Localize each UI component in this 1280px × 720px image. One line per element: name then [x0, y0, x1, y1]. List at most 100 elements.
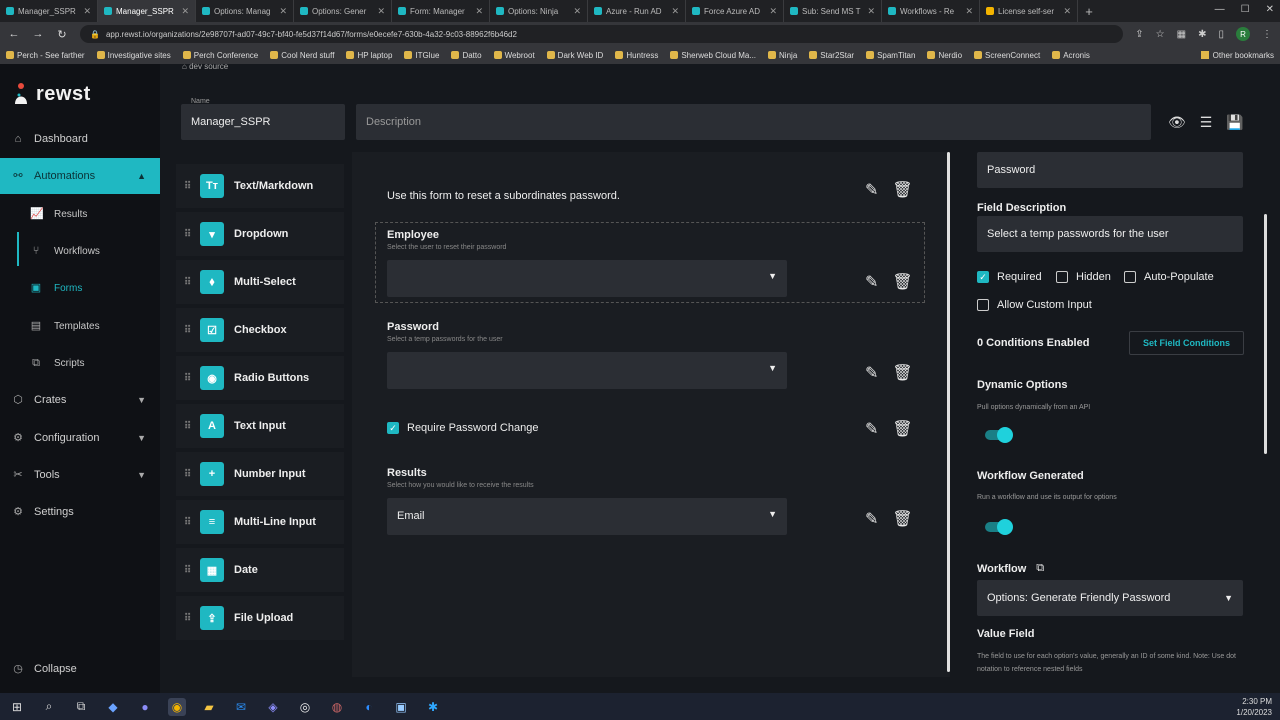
- app-icon[interactable]: ◎: [296, 698, 314, 716]
- bookmark-item[interactable]: ScreenConnect: [974, 51, 1040, 60]
- browser-tab[interactable]: Form: Manager ✕: [392, 0, 490, 22]
- palette-item[interactable]: ⠿ A Text Input: [176, 404, 344, 448]
- trash-icon[interactable]: 🗑: [892, 419, 912, 439]
- bookmark-item[interactable]: Star2Star: [809, 51, 854, 60]
- forward-icon[interactable]: →: [32, 28, 44, 40]
- palette-item[interactable]: ⠿ ≡ Multi-Line Input: [176, 500, 344, 544]
- sidebar-item-forms[interactable]: ▣ Forms: [30, 273, 83, 303]
- sidebar-item-workflows[interactable]: ⑂ Workflows: [30, 236, 100, 266]
- edit-icon[interactable]: ✎: [865, 509, 878, 529]
- required-checkbox[interactable]: ✓ Required: [977, 271, 1042, 283]
- grid-icon[interactable]: ▦: [1177, 29, 1186, 40]
- drag-handle-icon[interactable]: ⠿: [184, 565, 191, 576]
- require-password-change-checkbox[interactable]: ✓ Require Password Change: [387, 422, 538, 434]
- bookmark-item[interactable]: Nerdio: [927, 51, 962, 60]
- windows-start-icon[interactable]: ⊞: [8, 698, 26, 716]
- other-bookmarks[interactable]: Other bookmarks: [1200, 51, 1274, 60]
- browser-tab[interactable]: Options: Manag ✕: [196, 0, 294, 22]
- app-icon[interactable]: ◍: [328, 698, 346, 716]
- name-field[interactable]: Name Manager_SSPR: [181, 98, 345, 140]
- trash-icon[interactable]: 🗑: [892, 272, 912, 292]
- field-description-input[interactable]: Select a temp passwords for the user: [977, 216, 1243, 252]
- workflow-generated-toggle[interactable]: [985, 519, 1013, 535]
- share-icon[interactable]: ⇪: [1135, 29, 1143, 40]
- palette-item[interactable]: ⠿ ◉ Radio Buttons: [176, 356, 344, 400]
- drag-handle-icon[interactable]: ⠿: [184, 613, 191, 624]
- description-field[interactable]: Description: [356, 104, 1151, 140]
- extensions-icon[interactable]: ✱: [1198, 29, 1206, 40]
- bookmark-item[interactable]: Acronis: [1052, 51, 1090, 60]
- bookmark-item[interactable]: Huntress: [615, 51, 658, 60]
- sidebar-item-scripts[interactable]: ⧉ Scripts: [30, 348, 85, 378]
- browser-tab[interactable]: Azure - Run AD ✕: [588, 0, 686, 22]
- drag-handle-icon[interactable]: ⠿: [184, 469, 191, 480]
- close-tab-icon[interactable]: ✕: [1063, 6, 1071, 17]
- canvas-scrollbar[interactable]: [947, 152, 950, 672]
- drag-handle-icon[interactable]: ⠿: [184, 373, 191, 384]
- bookmark-item[interactable]: Sherweb Cloud Ma...: [670, 51, 756, 60]
- task-view-icon[interactable]: ⧉: [72, 698, 90, 716]
- file-explorer-icon[interactable]: ▰: [200, 698, 218, 716]
- new-tab-icon[interactable]: +: [1078, 4, 1100, 19]
- bookmark-item[interactable]: Perch - See farther: [6, 51, 85, 60]
- breadcrumb[interactable]: ⌂ dev source: [182, 62, 228, 71]
- employee-dropdown[interactable]: ▼: [387, 260, 787, 297]
- drag-handle-icon[interactable]: ⠿: [184, 277, 191, 288]
- reload-icon[interactable]: ↻: [56, 28, 68, 41]
- palette-item[interactable]: ⠿ ☑ Checkbox: [176, 308, 344, 352]
- sidebar-item-templates[interactable]: ▤ Templates: [30, 311, 100, 341]
- close-tab-icon[interactable]: ✕: [769, 6, 777, 17]
- sidebar-item-crates[interactable]: ⬡ Crates ▼: [0, 382, 160, 418]
- browser-tab[interactable]: Options: Gener ✕: [294, 0, 392, 22]
- sidebar-item-settings[interactable]: ⚙ Settings: [0, 494, 160, 530]
- sidebar-item-dashboard[interactable]: ⌂ Dashboard: [0, 121, 160, 157]
- drag-handle-icon[interactable]: ⠿: [184, 181, 191, 192]
- trash-icon[interactable]: 🗑: [892, 363, 912, 383]
- drag-handle-icon[interactable]: ⠿: [184, 517, 191, 528]
- hidden-checkbox[interactable]: Hidden: [1056, 271, 1111, 283]
- trash-icon[interactable]: 🗑: [892, 509, 912, 529]
- eye-icon[interactable]: 👁: [1168, 114, 1186, 131]
- teams-alt-icon[interactable]: ◈: [264, 698, 282, 716]
- field-name-input[interactable]: Password: [977, 152, 1243, 188]
- sidebar-item-tools[interactable]: ✂ Tools ▼: [0, 457, 160, 493]
- system-clock[interactable]: 2:30 PM 1/20/2023: [1236, 696, 1272, 718]
- drag-handle-icon[interactable]: ⠿: [184, 421, 191, 432]
- panel-scrollbar[interactable]: [1264, 214, 1267, 454]
- password-dropdown[interactable]: ▼: [387, 352, 787, 389]
- close-tab-icon[interactable]: ✕: [83, 6, 91, 17]
- bookmark-item[interactable]: Investigative sites: [96, 51, 171, 60]
- browser-tab[interactable]: Workflows - Re ✕: [882, 0, 980, 22]
- sidebar-collapse[interactable]: ◷ Collapse: [0, 651, 160, 687]
- close-tab-icon[interactable]: ✕: [671, 6, 679, 17]
- url-field[interactable]: 🔒 app.rewst.io/organizations/2e98707f-ad…: [80, 25, 1124, 43]
- zoom-icon[interactable]: ◐: [360, 698, 378, 716]
- allow-custom-input-checkbox[interactable]: Allow Custom Input: [977, 299, 1092, 311]
- close-tab-icon[interactable]: ✕: [573, 6, 581, 17]
- chrome-icon[interactable]: ◉: [168, 697, 186, 716]
- list-icon[interactable]: ☰: [1200, 114, 1213, 131]
- edit-icon[interactable]: ✎: [865, 419, 878, 439]
- teams-icon[interactable]: ●: [136, 698, 154, 716]
- results-dropdown[interactable]: Email ▼: [387, 498, 787, 535]
- profile-avatar[interactable]: R: [1236, 27, 1250, 41]
- sidebar-item-automations[interactable]: ⚯ Automations ▲: [0, 158, 160, 194]
- close-tab-icon[interactable]: ✕: [377, 6, 385, 17]
- browser-tab[interactable]: Manager_SSPR ✕: [98, 0, 196, 22]
- close-tab-icon[interactable]: ✕: [965, 6, 973, 17]
- browser-tab[interactable]: Options: Ninja ✕: [490, 0, 588, 22]
- dynamic-options-toggle[interactable]: [985, 427, 1013, 443]
- palette-item[interactable]: ⠿ ⇪ File Upload: [176, 596, 344, 640]
- edit-icon[interactable]: ✎: [865, 272, 878, 292]
- browser-tab[interactable]: Manager_SSPR ✕: [0, 0, 98, 22]
- sidebar-item-results[interactable]: 📈 Results: [30, 199, 87, 229]
- browser-tab[interactable]: License self-ser ✕: [980, 0, 1078, 22]
- back-icon[interactable]: ←: [8, 28, 20, 40]
- close-tab-icon[interactable]: ✕: [181, 6, 189, 17]
- close-tab-icon[interactable]: ✕: [279, 6, 287, 17]
- external-link-icon[interactable]: ⧉: [1036, 562, 1044, 575]
- palette-item[interactable]: ⠿ + Number Input: [176, 452, 344, 496]
- search-icon[interactable]: ⌕: [40, 698, 58, 716]
- bookmark-item[interactable]: Webroot: [493, 51, 535, 60]
- bookmark-item[interactable]: Dark Web ID: [546, 51, 603, 60]
